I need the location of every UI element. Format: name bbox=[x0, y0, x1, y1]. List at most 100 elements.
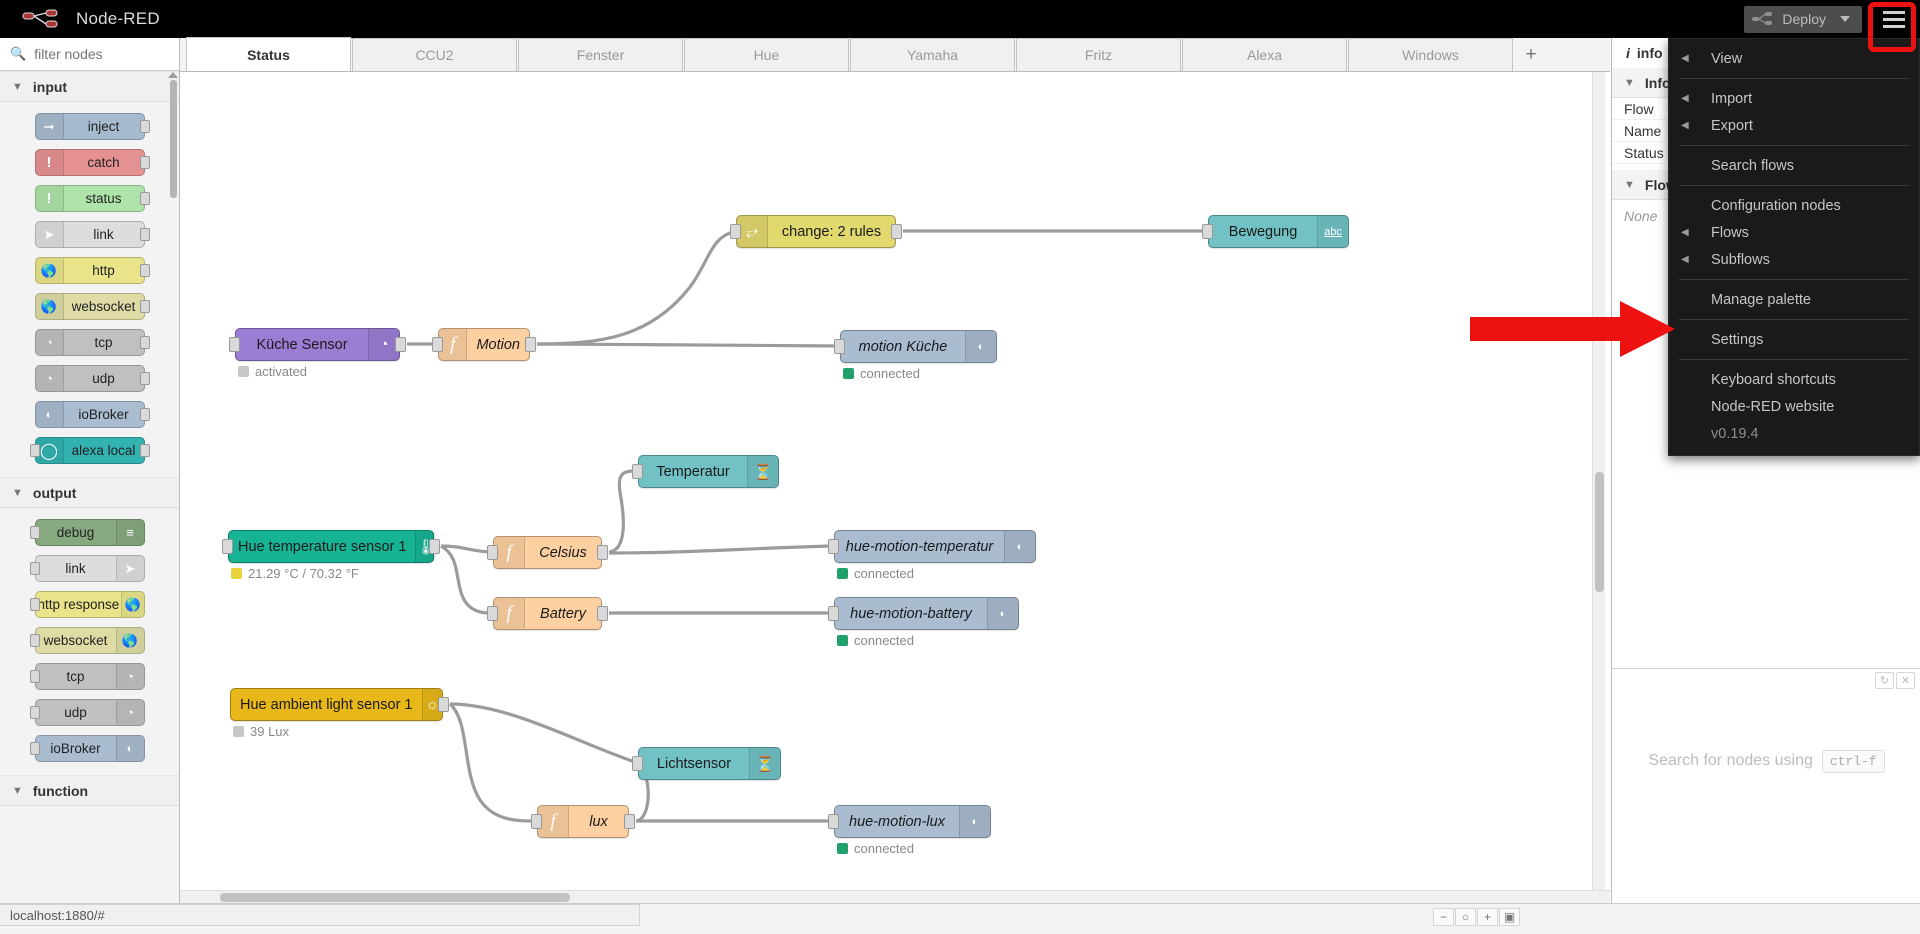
zoom-in-icon[interactable]: + bbox=[1477, 908, 1498, 926]
palette-node-ioBroker[interactable]: ioBroker ◐ bbox=[29, 735, 145, 762]
tab-fritz[interactable]: Fritz bbox=[1016, 38, 1181, 71]
canvas-vertical-scrollbar[interactable] bbox=[1592, 72, 1605, 890]
add-tab-button[interactable]: + bbox=[1514, 38, 1548, 71]
palette-node-status[interactable]: ! status bbox=[34, 185, 150, 212]
canvas-hscroll-thumb[interactable] bbox=[220, 893, 570, 902]
node-input-port[interactable] bbox=[222, 539, 233, 554]
flow-node-kueche-sensor[interactable]: Küche Sensor ◔ bbox=[229, 328, 406, 361]
palette-node-inject[interactable]: ➞ inject bbox=[34, 113, 150, 140]
node-input-port[interactable] bbox=[632, 756, 643, 771]
navigator-icon[interactable]: ▣ bbox=[1499, 908, 1520, 926]
menu-item-configuration-nodes[interactable]: Configuration nodes bbox=[1669, 192, 1919, 219]
flow-node-hue-ambient[interactable]: Hue ambient light sensor 1 ☼ bbox=[230, 688, 449, 721]
palette-node-ioBroker[interactable]: ◐ ioBroker bbox=[34, 401, 150, 428]
node-input-port[interactable] bbox=[487, 545, 498, 560]
flow-node-label: hue-motion-lux bbox=[849, 813, 945, 830]
flow-node-hue-motion-temperatur[interactable]: hue-motion-temperatur ◐ bbox=[828, 530, 1036, 563]
node-output-port[interactable] bbox=[395, 337, 406, 352]
refresh-icon[interactable]: ↻ bbox=[1875, 671, 1894, 689]
palette-node-link[interactable]: link ➤ bbox=[29, 555, 145, 582]
palette-node-catch[interactable]: ! catch bbox=[34, 149, 150, 176]
flow-node-hue-temp-sensor[interactable]: Hue temperature sensor 1 🌡 bbox=[222, 530, 440, 563]
node-input-port[interactable] bbox=[834, 339, 845, 354]
node-output-port[interactable] bbox=[891, 224, 902, 239]
palette-node-alexa-local[interactable]: ◯ alexa local bbox=[29, 437, 150, 464]
flow-node-celsius-fn[interactable]: f Celsius bbox=[487, 536, 608, 569]
tab-ccu2[interactable]: CCU2 bbox=[352, 38, 517, 71]
zoom-out-icon[interactable]: − bbox=[1433, 908, 1454, 926]
node-input-port[interactable] bbox=[730, 224, 741, 239]
palette-category-function[interactable]: ▼ function bbox=[0, 775, 179, 806]
palette-node-udp[interactable]: ◔ udp bbox=[34, 365, 150, 392]
flow-node-battery-fn[interactable]: f Battery bbox=[487, 597, 608, 630]
palette-node-websocket[interactable]: 🌎 websocket bbox=[34, 293, 150, 320]
tab-alexa[interactable]: Alexa bbox=[1182, 38, 1347, 71]
node-output-port[interactable] bbox=[525, 337, 536, 352]
palette-node-http-response[interactable]: http response 🌎 bbox=[29, 591, 145, 618]
menu-item-search-flows[interactable]: Search flows bbox=[1669, 152, 1919, 179]
flow-node-bewegung[interactable]: Bewegung abc bbox=[1202, 215, 1349, 248]
flow-node-hue-motion-battery[interactable]: hue-motion-battery ◐ bbox=[828, 597, 1019, 630]
main-menu-dropdown[interactable]: ◀ View ◀ Import ◀ Export Search flows Configura… bbox=[1668, 38, 1920, 456]
palette-node-udp[interactable]: udp ◔ bbox=[29, 699, 145, 726]
deploy-button[interactable]: Deploy bbox=[1744, 5, 1862, 33]
palette-search-box[interactable]: 🔍 bbox=[0, 38, 179, 71]
canvas-vscroll-thumb[interactable] bbox=[1595, 472, 1604, 592]
palette-category-output[interactable]: ▼ output bbox=[0, 477, 179, 508]
node-input-port[interactable] bbox=[828, 814, 839, 829]
flow-node-change-node[interactable]: ⥂ change: 2 rules bbox=[730, 215, 902, 248]
palette-scroll-up-arrow[interactable] bbox=[168, 72, 178, 78]
canvas-horizontal-scrollbar[interactable] bbox=[180, 890, 1610, 903]
menu-item-export[interactable]: ◀ Export bbox=[1669, 112, 1919, 139]
menu-item-subflows[interactable]: ◀ Subflows bbox=[1669, 246, 1919, 273]
app-title: Node-RED bbox=[76, 9, 160, 28]
node-output-port[interactable] bbox=[624, 814, 635, 829]
node-input-port[interactable] bbox=[828, 606, 839, 621]
palette-node-tcp[interactable]: tcp ◔ bbox=[29, 663, 145, 690]
menu-item-manage-palette[interactable]: Manage palette bbox=[1669, 286, 1919, 313]
tab-yamaha[interactable]: Yamaha bbox=[850, 38, 1015, 71]
flow-node-temperatur[interactable]: Temperatur ⏳ bbox=[632, 455, 779, 488]
search-input[interactable] bbox=[32, 45, 173, 63]
menu-item-flows[interactable]: ◀ Flows bbox=[1669, 219, 1919, 246]
node-input-port[interactable] bbox=[1202, 224, 1213, 239]
tab-status[interactable]: Status bbox=[186, 37, 351, 71]
hamburger-menu-icon[interactable] bbox=[1872, 0, 1916, 38]
flow-node-hue-motion-lux[interactable]: hue-motion-lux ◐ bbox=[828, 805, 991, 838]
zoom-reset-icon[interactable]: ○ bbox=[1455, 908, 1476, 926]
close-icon[interactable]: ✕ bbox=[1896, 671, 1915, 689]
tab-windows[interactable]: Windows bbox=[1348, 38, 1513, 71]
tab-fenster[interactable]: Fenster bbox=[518, 38, 683, 71]
flow-node-lichtsensor[interactable]: Lichtsensor ⏳ bbox=[632, 747, 781, 780]
node-input-port[interactable] bbox=[531, 814, 542, 829]
chevron-down-icon[interactable] bbox=[1840, 16, 1850, 22]
node-input-port[interactable] bbox=[828, 539, 839, 554]
node-input-port[interactable] bbox=[229, 337, 240, 352]
node-output-port[interactable] bbox=[597, 545, 608, 560]
node-output-port[interactable] bbox=[429, 539, 440, 554]
menu-item-node-red-website[interactable]: Node-RED website bbox=[1669, 393, 1919, 420]
flow-node-lux-fn[interactable]: f lux bbox=[531, 805, 635, 838]
palette-node-tcp[interactable]: ◔ tcp bbox=[34, 329, 150, 356]
node-red-logo-icon bbox=[22, 9, 58, 28]
menu-item-settings[interactable]: Settings bbox=[1669, 326, 1919, 353]
node-output-port[interactable] bbox=[597, 606, 608, 621]
flow-canvas[interactable]: Küche Sensor ◔ activated f Motion ⥂ change: 2 … bbox=[180, 72, 1610, 884]
node-input-port[interactable] bbox=[632, 464, 643, 479]
palette-node-debug[interactable]: debug ≡ bbox=[29, 519, 145, 546]
palette-scrollbar-thumb[interactable] bbox=[170, 80, 177, 198]
palette-category-input[interactable]: ▼ input bbox=[0, 71, 179, 102]
palette-node-http[interactable]: 🌎 http bbox=[34, 257, 150, 284]
node-input-port[interactable] bbox=[432, 337, 443, 352]
palette-node-websocket[interactable]: websocket 🌎 bbox=[29, 627, 145, 654]
flow-node-motion-kueche[interactable]: motion Küche ◐ bbox=[834, 330, 997, 363]
flow-node-motion-fn[interactable]: f Motion bbox=[432, 328, 536, 361]
tab-hue[interactable]: Hue bbox=[684, 38, 849, 71]
node-output-port[interactable] bbox=[438, 697, 449, 712]
menu-item-view[interactable]: ◀ View bbox=[1669, 45, 1919, 72]
wire-motion-to-change bbox=[536, 229, 737, 346]
menu-item-import[interactable]: ◀ Import bbox=[1669, 85, 1919, 112]
menu-item-keyboard-shortcuts[interactable]: Keyboard shortcuts bbox=[1669, 366, 1919, 393]
palette-node-link[interactable]: ➤ link bbox=[34, 221, 150, 248]
node-input-port[interactable] bbox=[487, 606, 498, 621]
